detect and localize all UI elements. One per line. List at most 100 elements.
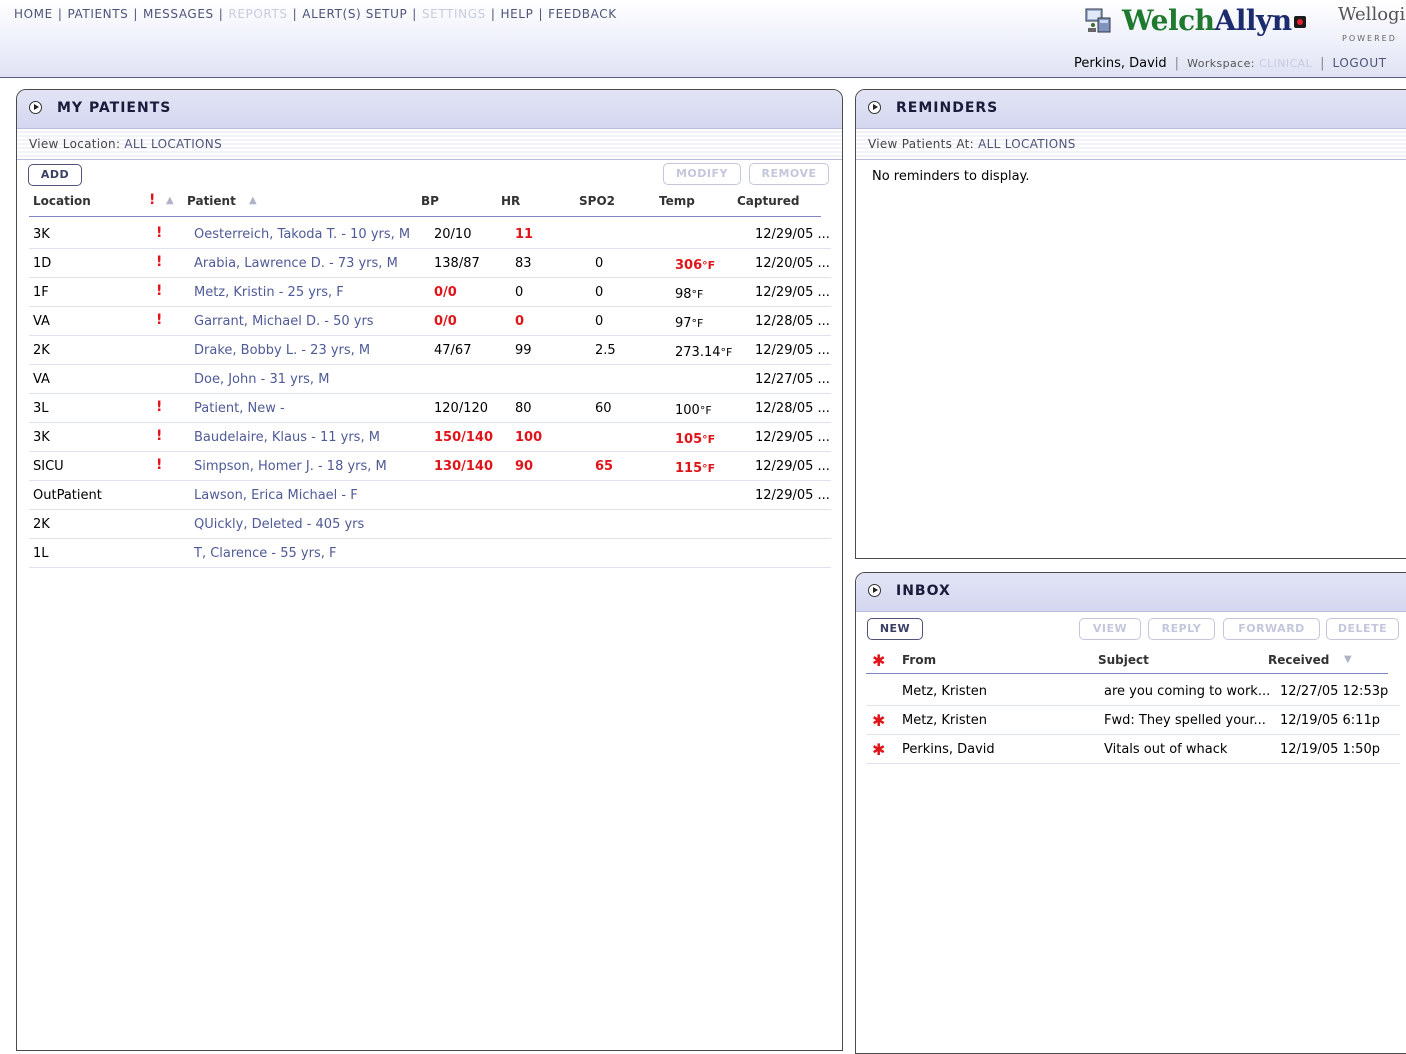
- col-patient[interactable]: Patient: [187, 194, 236, 208]
- nav-feedback[interactable]: FEEDBACK: [548, 7, 617, 21]
- collapse-icon[interactable]: [29, 101, 42, 114]
- reminders-location-filter: View Patients At: ALL LOCATIONS: [856, 129, 1406, 160]
- captured-cell: 12/29/05 ...: [755, 488, 830, 503]
- temp-value: 100: [675, 403, 700, 418]
- add-patient-button[interactable]: ADD: [28, 164, 82, 186]
- forward-button[interactable]: FORWARD: [1223, 618, 1320, 640]
- col-subject[interactable]: Subject: [1098, 653, 1149, 667]
- modify-button[interactable]: MODIFY: [663, 163, 741, 185]
- inbox-panel: INBOX NEW VIEW REPLY FORWARD DELETE ✱ Fr…: [855, 572, 1406, 1054]
- collapse-icon[interactable]: [868, 101, 881, 114]
- patient-name-link[interactable]: Garrant, Michael D. - 50 yrs: [194, 314, 374, 329]
- patient-row[interactable]: 2K QUickly, Deleted - 405 yrs: [29, 510, 831, 539]
- alert-sort-icon[interactable]: !: [149, 192, 155, 208]
- nav-separator: |: [538, 7, 544, 21]
- inbox-header: INBOX: [856, 573, 1406, 612]
- location-cell: VA: [33, 372, 50, 387]
- col-spo2[interactable]: SPO2: [579, 194, 615, 208]
- temp-cell: 98°F: [675, 287, 703, 302]
- location-filter: View Location: ALL LOCATIONS: [17, 129, 842, 160]
- captured-cell: 12/28/05 ...: [755, 401, 830, 416]
- collapse-icon[interactable]: [868, 584, 881, 597]
- nav-home[interactable]: HOME: [14, 7, 53, 21]
- patient-name-link[interactable]: Metz, Kristin - 25 yrs, F: [194, 285, 344, 300]
- location-filter-link[interactable]: ALL LOCATIONS: [978, 137, 1076, 151]
- patient-row[interactable]: 1L T, Clarence - 55 yrs, F: [29, 539, 831, 568]
- patient-name-link[interactable]: Baudelaire, Klaus - 11 yrs, M: [194, 430, 380, 445]
- sort-up-icon[interactable]: ▲: [166, 195, 174, 206]
- location-cell: SICU: [33, 459, 64, 474]
- inbox-table-header: ✱ From Subject Received ▼: [866, 651, 1388, 674]
- reply-button[interactable]: REPLY: [1148, 618, 1215, 640]
- patient-row[interactable]: VA Doe, John - 31 yrs, M 12/27/05 ...: [29, 365, 831, 394]
- user-bar: Perkins, David | Workspace: CLINICAL | LOGOU…: [1074, 56, 1387, 71]
- temp-unit: °F: [702, 462, 716, 475]
- nav-alert-s-setup[interactable]: ALERT(S) SETUP: [302, 7, 407, 21]
- hr-cell: 83: [515, 256, 532, 271]
- captured-cell: 12/27/05 ...: [755, 372, 830, 387]
- captured-cell: 12/29/05 ...: [755, 285, 830, 300]
- patient-row[interactable]: ! 3K Oesterreich, Takoda T. - 10 yrs, M 20/…: [29, 220, 831, 249]
- patient-name-link[interactable]: Lawson, Erica Michael - F: [194, 488, 358, 503]
- panel-title: INBOX: [896, 583, 951, 599]
- nav-help[interactable]: HELP: [501, 7, 534, 21]
- hr-cell: 90: [515, 459, 534, 474]
- patient-row[interactable]: ! VA Garrant, Michael D. - 50 yrs 0/0 0 0 97°F…: [29, 307, 831, 336]
- location-cell: 3L: [33, 401, 49, 416]
- brand-record-icon: [1294, 16, 1306, 28]
- patient-row[interactable]: ! SICU Simpson, Homer J. - 18 yrs, M 130/14…: [29, 452, 831, 481]
- col-captured[interactable]: Captured: [737, 194, 799, 208]
- remove-button[interactable]: REMOVE: [749, 163, 829, 185]
- nav-patients[interactable]: PATIENTS: [67, 7, 128, 21]
- message-subject: Fwd: They spelled your...: [1104, 713, 1266, 728]
- col-temp[interactable]: Temp: [659, 194, 695, 208]
- sort-up-icon[interactable]: ▲: [249, 195, 257, 206]
- hr-cell: 0: [515, 285, 524, 300]
- captured-cell: 12/28/05 ...: [755, 314, 830, 329]
- alert-icon: !: [156, 283, 163, 299]
- powered-label: POWERED: [1342, 34, 1397, 43]
- patient-name-link[interactable]: Drake, Bobby L. - 23 yrs, M: [194, 343, 370, 358]
- alert-icon: !: [156, 225, 163, 241]
- spo2-cell: 0: [595, 256, 604, 271]
- col-hr[interactable]: HR: [501, 194, 520, 208]
- col-received[interactable]: Received: [1268, 653, 1329, 667]
- location-cell: 2K: [33, 517, 50, 532]
- network-computer-icon: [1085, 8, 1111, 33]
- patient-name-link[interactable]: QUickly, Deleted - 405 yrs: [194, 517, 364, 532]
- patient-name-link[interactable]: Doe, John - 31 yrs, M: [194, 372, 329, 387]
- delete-button[interactable]: DELETE: [1326, 618, 1399, 640]
- message-from: Perkins, David: [902, 742, 995, 757]
- patient-name-link[interactable]: Arabia, Lawrence D. - 73 yrs, M: [194, 256, 398, 271]
- new-message-button[interactable]: NEW: [867, 618, 923, 640]
- temp-cell: 115°F: [675, 461, 715, 476]
- patient-row[interactable]: ! 1F Metz, Kristin - 25 yrs, F 0/0 0 0 98°F 12/…: [29, 278, 831, 307]
- patient-row[interactable]: ! 3K Baudelaire, Klaus - 11 yrs, M 150/140 1…: [29, 423, 831, 452]
- view-message-button[interactable]: VIEW: [1079, 618, 1141, 640]
- message-row[interactable]: ✱ Perkins, David Vitals out of whack 12/19/…: [866, 735, 1400, 764]
- patient-row[interactable]: OutPatient Lawson, Erica Michael - F 12/29…: [29, 481, 831, 510]
- col-bp[interactable]: BP: [421, 194, 439, 208]
- patient-row[interactable]: ! 1D Arabia, Lawrence D. - 73 yrs, M 138/87…: [29, 249, 831, 278]
- logout-link[interactable]: LOGOUT: [1333, 56, 1387, 70]
- patient-name-link[interactable]: Oesterreich, Takoda T. - 10 yrs, M: [194, 227, 410, 242]
- separator: |: [1174, 56, 1180, 71]
- location-cell: 1L: [33, 546, 49, 561]
- spo2-cell: 2.5: [595, 343, 616, 358]
- message-row[interactable]: ✱ Metz, Kristen Fwd: They spelled your... 1…: [866, 706, 1400, 735]
- patient-name-link[interactable]: Patient, New -: [194, 401, 285, 416]
- message-from: Metz, Kristen: [902, 713, 987, 728]
- col-location[interactable]: Location: [33, 194, 91, 208]
- message-row[interactable]: Metz, Kristen are you coming to work... 12…: [866, 677, 1400, 706]
- patient-name-link[interactable]: T, Clarence - 55 yrs, F: [194, 546, 337, 561]
- patient-row[interactable]: ! 3L Patient, New - 120/120 80 60 100°F 12/28/0…: [29, 394, 831, 423]
- patient-name-link[interactable]: Simpson, Homer J. - 18 yrs, M: [194, 459, 387, 474]
- sort-down-icon[interactable]: ▼: [1344, 654, 1352, 665]
- patient-row[interactable]: 2K Drake, Bobby L. - 23 yrs, M 47/67 99 2.5 2…: [29, 336, 831, 365]
- workspace-value[interactable]: CLINICAL: [1259, 57, 1312, 70]
- nav-messages[interactable]: MESSAGES: [143, 7, 214, 21]
- location-filter-link[interactable]: ALL LOCATIONS: [124, 137, 222, 151]
- hr-cell: 0: [515, 314, 525, 329]
- col-from[interactable]: From: [902, 653, 936, 667]
- temp-value: 105: [675, 432, 703, 447]
